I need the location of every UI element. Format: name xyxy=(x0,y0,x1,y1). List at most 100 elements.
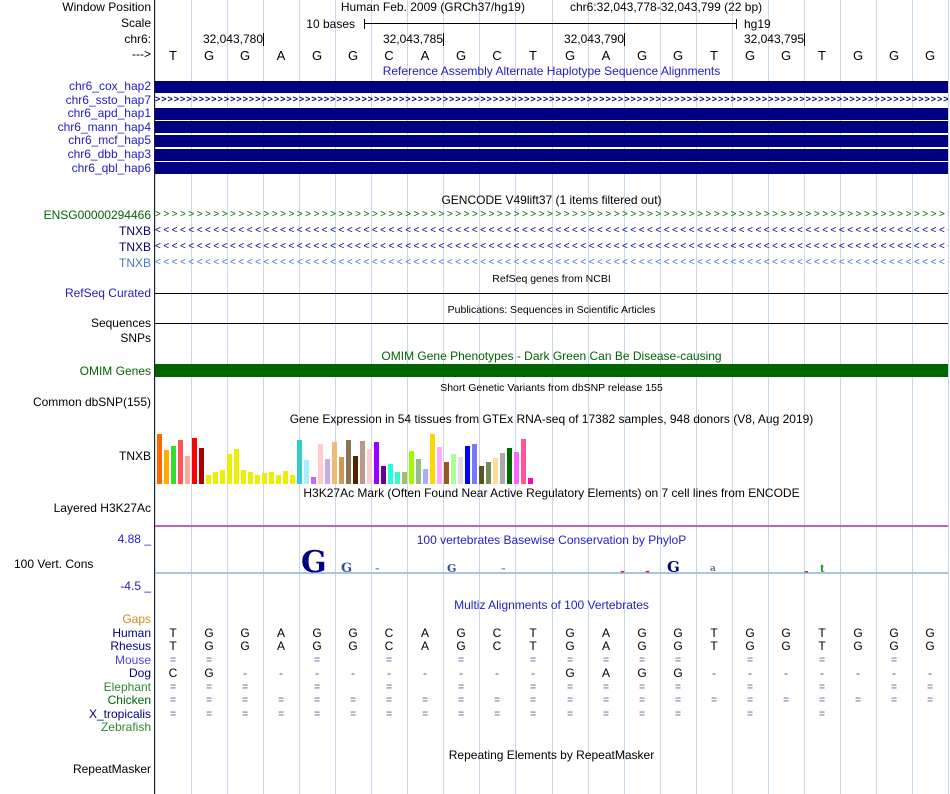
refseq-curated-label[interactable]: RefSeq Curated xyxy=(0,287,151,300)
gtex-tissue-bar[interactable] xyxy=(514,452,519,484)
refseq-track-title[interactable]: RefSeq genes from NCBI xyxy=(155,273,948,286)
hap-alignment-bar[interactable] xyxy=(155,135,948,147)
gtex-gene-label[interactable]: TNXB xyxy=(0,450,151,463)
gene-strand-arrows[interactable]: <<<<<<<<<<<<<<<<<<<<<<<<<<<<<<<<<<<<<<<<… xyxy=(155,241,948,254)
hap-alignment-bar[interactable] xyxy=(155,149,948,161)
gtex-track-title[interactable]: Gene Expression in 54 tissues from GTEx … xyxy=(155,413,948,426)
hap-track-label[interactable]: chr6_mcf_hap5 xyxy=(0,134,151,147)
omim-gene-bar[interactable] xyxy=(155,364,948,377)
dbsnp-track-title[interactable]: Short Genetic Variants from dbSNP releas… xyxy=(155,382,948,395)
gene-label[interactable]: TNXB xyxy=(0,225,151,238)
gtex-tissue-bar[interactable] xyxy=(402,472,407,484)
gtex-tissue-bar[interactable] xyxy=(430,434,435,484)
hap-track-label[interactable]: chr6_qbl_hap6 xyxy=(0,162,151,175)
omim-genes-label[interactable]: OMIM Genes xyxy=(0,365,151,378)
hap-alignment-bar[interactable] xyxy=(155,121,948,133)
gtex-tissue-bar[interactable] xyxy=(269,472,274,484)
gtex-tissue-bar[interactable] xyxy=(325,459,330,484)
gtex-tissue-bar[interactable] xyxy=(262,473,267,484)
gtex-tissue-bar[interactable] xyxy=(283,471,288,484)
publication-sequence-line[interactable] xyxy=(155,323,948,324)
refseq-item-line[interactable] xyxy=(155,293,948,294)
repeatmasker-track-title[interactable]: Repeating Elements by RepeatMasker xyxy=(155,749,948,762)
gtex-tissue-bar[interactable] xyxy=(528,478,533,484)
gtex-tissue-bar[interactable] xyxy=(360,441,365,484)
species-label[interactable]: Chicken xyxy=(0,694,151,707)
gtex-tissue-bar[interactable] xyxy=(472,444,477,484)
gtex-tissue-bar[interactable] xyxy=(164,450,169,484)
gtex-tissue-bar[interactable] xyxy=(304,460,309,484)
gtex-tissue-bar[interactable] xyxy=(437,447,442,484)
species-label[interactable]: Zebrafish xyxy=(0,721,151,734)
gtex-tissue-bar[interactable] xyxy=(486,462,491,484)
hap-alignment-bar[interactable] xyxy=(155,108,948,120)
gtex-tissue-bar[interactable] xyxy=(178,440,183,484)
gtex-tissue-bar[interactable] xyxy=(311,477,316,484)
gtex-tissue-bar[interactable] xyxy=(185,456,190,484)
gtex-tissue-bar[interactable] xyxy=(241,470,246,484)
gtex-tissue-bar[interactable] xyxy=(213,472,218,484)
gene-label[interactable]: TNXB xyxy=(0,241,151,254)
gtex-tissue-bar[interactable] xyxy=(395,472,400,484)
gtex-tissue-bar[interactable] xyxy=(297,440,302,484)
gene-strand-arrows[interactable]: <<<<<<<<<<<<<<<<<<<<<<<<<<<<<<<<<<<<<<<<… xyxy=(155,225,948,238)
gtex-tissue-bar[interactable] xyxy=(248,472,253,484)
gtex-tissue-bar[interactable] xyxy=(465,446,470,484)
gtex-tissue-bar[interactable] xyxy=(381,466,386,484)
gtex-tissue-bar[interactable] xyxy=(451,454,456,484)
dbsnp-track-label[interactable]: Common dbSNP(155) xyxy=(0,396,151,409)
gencode-track-title[interactable]: GENCODE V49lift37 (1 items filtered out) xyxy=(155,194,948,207)
gtex-tissue-bar[interactable] xyxy=(220,470,225,484)
h3k27ac-track-title[interactable]: H3K27Ac Mark (Often Found Near Active Re… xyxy=(155,487,948,500)
publications-track-title[interactable]: Publications: Sequences in Scientific Ar… xyxy=(155,304,948,317)
conservation-track-title[interactable]: 100 vertebrates Basewise Conservation by… xyxy=(155,534,948,547)
omim-track-title[interactable]: OMIM Gene Phenotypes - Dark Green Can Be… xyxy=(155,350,948,363)
species-label[interactable]: Rhesus xyxy=(0,640,151,653)
gtex-tissue-bar[interactable] xyxy=(339,457,344,484)
hap-track-title[interactable]: Reference Assembly Alternate Haplotype S… xyxy=(155,65,948,78)
gtex-tissue-bar[interactable] xyxy=(479,466,484,484)
gtex-tissue-bar[interactable] xyxy=(353,456,358,484)
gtex-tissue-bar[interactable] xyxy=(276,475,281,484)
gtex-tissue-bar[interactable] xyxy=(199,448,204,484)
gene-label[interactable]: TNXB xyxy=(0,257,151,270)
gtex-tissue-bar[interactable] xyxy=(346,440,351,484)
gtex-tissue-bar[interactable] xyxy=(388,464,393,484)
gtex-tissue-bar[interactable] xyxy=(507,448,512,484)
gtex-tissue-bar[interactable] xyxy=(290,475,295,484)
hap-track-label[interactable]: chr6_cox_hap2 xyxy=(0,80,151,93)
gtex-tissue-bar[interactable] xyxy=(227,454,232,484)
gtex-tissue-bar[interactable] xyxy=(157,434,162,484)
gtex-tissue-bar[interactable] xyxy=(332,442,337,484)
gene-strand-arrows[interactable]: >>>>>>>>>>>>>>>>>>>>>>>>>>>>>>>>>>>>>>>>… xyxy=(155,209,948,222)
hap-alignment-bar[interactable] xyxy=(155,162,948,174)
gtex-tissue-bar[interactable] xyxy=(409,451,414,484)
gtex-tissue-bar[interactable] xyxy=(192,438,197,484)
species-label[interactable]: Gaps xyxy=(0,613,151,626)
h3k27ac-track-label[interactable]: Layered H3K27Ac xyxy=(0,502,151,515)
h3k27ac-signal-line[interactable] xyxy=(155,525,948,527)
repeatmasker-track-label[interactable]: RepeatMasker xyxy=(0,763,151,776)
gtex-tissue-bar[interactable] xyxy=(318,444,323,484)
gtex-tissue-bar[interactable] xyxy=(423,469,428,484)
hap-alignment-chevrons[interactable]: >>>>>>>>>>>>>>>>>>>>>>>>>>>>>>>>>>>>>>>>… xyxy=(155,95,948,105)
conservation-track-label[interactable]: 100 Vert. Cons xyxy=(0,558,151,571)
gene-strand-arrows[interactable]: <<<<<<<<<<<<<<<<<<<<<<<<<<<<<<<<<<<<<<<<… xyxy=(155,257,948,270)
snps-label[interactable]: SNPs xyxy=(0,332,151,345)
gtex-tissue-bar[interactable] xyxy=(444,462,449,484)
species-label[interactable]: Dog xyxy=(0,667,151,680)
gtex-tissue-bar[interactable] xyxy=(458,457,463,484)
gtex-tissue-bar[interactable] xyxy=(255,475,260,484)
gene-label[interactable]: ENSG00000294466 xyxy=(0,209,151,222)
gtex-tissue-bar[interactable] xyxy=(206,475,211,484)
hap-track-label[interactable]: chr6_apd_hap1 xyxy=(0,107,151,120)
sequences-label[interactable]: Sequences xyxy=(0,317,151,330)
gtex-tissue-bar[interactable] xyxy=(416,459,421,484)
gtex-tissue-bar[interactable] xyxy=(367,449,372,484)
gtex-tissue-bar[interactable] xyxy=(374,442,379,484)
gtex-tissue-bar[interactable] xyxy=(493,458,498,484)
gtex-tissue-bar[interactable] xyxy=(234,449,239,484)
hap-alignment-bar[interactable] xyxy=(155,81,948,93)
gtex-tissue-bar[interactable] xyxy=(171,446,176,484)
hap-track-label[interactable]: chr6_dbb_hap3 xyxy=(0,148,151,161)
